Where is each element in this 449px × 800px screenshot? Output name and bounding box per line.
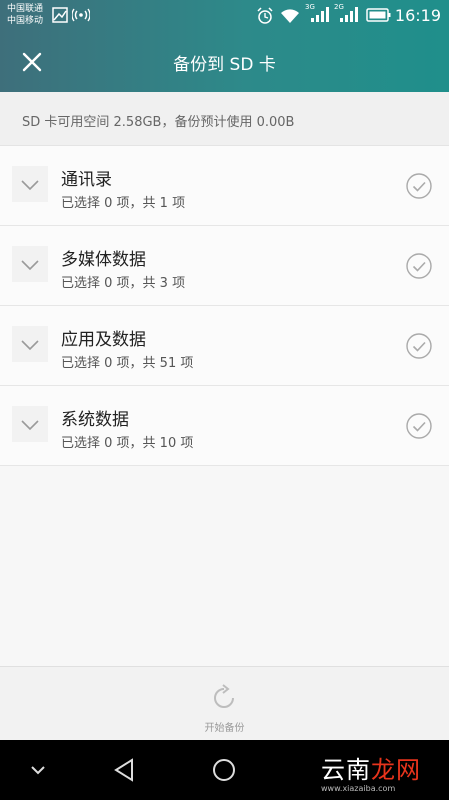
watermark-text-white: 云南 [321, 756, 371, 784]
list-item-media[interactable]: 多媒体数据 已选择 0 项，共 3 项 [0, 226, 449, 306]
checkbox-icon[interactable] [405, 332, 433, 360]
refresh-icon[interactable] [209, 683, 239, 713]
back-icon[interactable] [108, 754, 140, 786]
list-item-contacts[interactable]: 通讯录 已选择 0 项，共 1 项 [0, 146, 449, 226]
list-item-subtitle: 已选择 0 项，共 51 项 [61, 356, 194, 371]
chevron-down-icon[interactable] [12, 326, 48, 362]
list-item-title: 多媒体数据 [61, 250, 146, 270]
home-icon[interactable] [208, 754, 240, 786]
checkbox-icon[interactable] [405, 172, 433, 200]
list-item-title: 应用及数据 [61, 330, 146, 350]
carrier-1: 中国联通 [7, 4, 44, 14]
storage-info-bar: SD 卡可用空间 2.58GB，备份预计使用 0.00B [0, 92, 449, 146]
watermark-title: 云南龙网 [321, 750, 421, 785]
list-item-title: 系统数据 [61, 410, 129, 430]
signal-icon [311, 7, 329, 22]
list-item-apps[interactable]: 应用及数据 已选择 0 项，共 51 项 [0, 306, 449, 386]
page-title: 备份到 SD 卡 [173, 55, 276, 75]
start-backup-bar[interactable]: 开始备份 [0, 666, 449, 740]
carrier-2: 中国移动 [7, 16, 44, 26]
chevron-down-icon[interactable] [12, 246, 48, 282]
chevron-down-icon[interactable] [12, 406, 48, 442]
app-header: 中国联通 中国移动 3G 2G 16:19 备份到 SD 卡 [0, 0, 449, 92]
watermark-text-red: 龙网 [371, 756, 421, 784]
alarm-icon [257, 7, 273, 24]
empty-area [0, 466, 449, 666]
storage-info-text: SD 卡可用空间 2.58GB，备份预计使用 0.00B [22, 115, 295, 130]
start-backup-label[interactable]: 开始备份 [0, 719, 449, 734]
title-bar: 备份到 SD 卡 [0, 32, 449, 92]
list-item-subtitle: 已选择 0 项，共 1 项 [61, 196, 186, 211]
hotspot-icon [72, 8, 90, 22]
battery-icon [366, 8, 391, 22]
list-item-title: 通讯录 [61, 170, 112, 190]
wifi-icon [281, 9, 299, 23]
chevron-down-icon[interactable] [12, 166, 48, 202]
checkbox-icon[interactable] [405, 252, 433, 280]
checkbox-icon[interactable] [405, 412, 433, 440]
status-bar: 中国联通 中国移动 3G 2G 16:19 [0, 0, 449, 32]
list-item-subtitle: 已选择 0 项，共 3 项 [61, 276, 186, 291]
watermark-url: www.xiazaiba.com [321, 784, 396, 793]
status-time: 16:19 [394, 6, 441, 25]
watermark-logo: 云南龙网 www.xiazaiba.com [299, 740, 449, 800]
list-item-subtitle: 已选择 0 项，共 10 项 [61, 436, 194, 451]
list-item-system[interactable]: 系统数据 已选择 0 项，共 10 项 [0, 386, 449, 466]
image-icon [52, 7, 68, 23]
chevron-down-icon[interactable] [22, 754, 54, 786]
carrier-labels: 中国联通 中国移动 [7, 3, 43, 27]
backup-category-list: 通讯录 已选择 0 项，共 1 项 多媒体数据 已选择 0 项，共 3 项 应用… [0, 146, 449, 466]
signal-icon [340, 7, 358, 22]
